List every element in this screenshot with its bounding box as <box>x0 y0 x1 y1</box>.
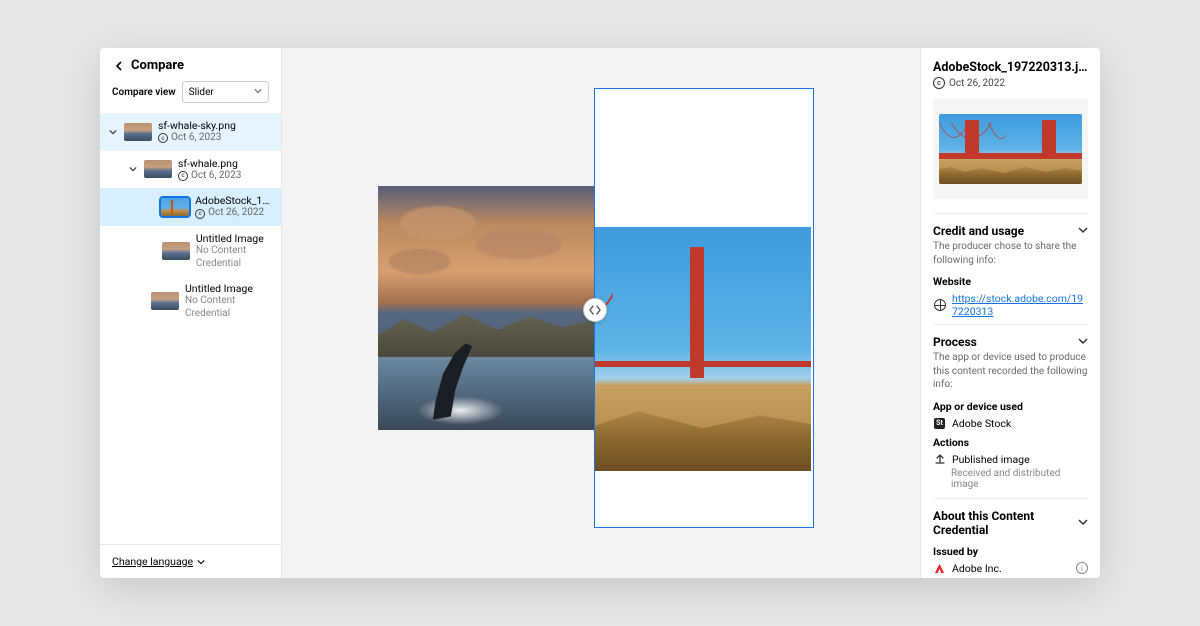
chevron-down-icon <box>1078 516 1088 530</box>
details-date-row: c Oct 26, 2022 <box>933 77 1088 89</box>
tree-item-sub: cOct 26, 2022 <box>195 207 273 220</box>
app-name: Adobe Stock <box>952 417 1011 430</box>
thumbnail <box>151 292 179 310</box>
asset-tree: sf-whale-sky.pngcOct 6, 2023sf-whale.png… <box>100 113 281 544</box>
credit-section-header[interactable]: Credit and usage <box>933 213 1088 238</box>
tree-item-sub: cOct 6, 2023 <box>158 132 236 145</box>
change-language-link[interactable]: Change language <box>112 555 205 568</box>
tree-item[interactable]: Untitled ImageNo Content Credential <box>100 276 281 326</box>
credential-badge-icon: c <box>178 171 188 181</box>
thumbnail <box>161 198 189 216</box>
app-label: App or device used <box>933 400 1088 413</box>
tree-item-sub: No Content Credential <box>185 295 273 320</box>
website-row: https://stock.adobe.com/197220313 <box>933 292 1088 318</box>
actions-label: Actions <box>933 436 1088 449</box>
details-preview <box>933 99 1088 199</box>
details-panel: AdobeStock_197220313.jpeg c Oct 26, 2022 <box>920 48 1100 578</box>
website-link[interactable]: https://stock.adobe.com/197220313 <box>952 292 1088 318</box>
compare-view-row: Compare view Slider <box>100 81 281 113</box>
tree-item[interactable]: sf-whale.pngcOct 6, 2023 <box>100 151 281 189</box>
app-window: Compare Compare view Slider sf-whale-sky… <box>100 48 1100 578</box>
tree-item-title: sf-whale-sky.png <box>158 119 236 132</box>
compare-sidebar: Compare Compare view Slider sf-whale-sky… <box>100 48 282 578</box>
thumbnail <box>124 123 152 141</box>
tree-item-title: Untitled Image <box>196 232 273 245</box>
chevron-down-icon <box>1078 335 1088 349</box>
compare-view-label: Compare view <box>112 87 176 98</box>
process-desc: The app or device used to produce this c… <box>933 351 1088 392</box>
tree-item-sub: No Content Credential <box>196 245 273 270</box>
credential-badge-icon: c <box>195 209 205 219</box>
app-row: St Adobe Stock <box>933 417 1088 430</box>
publish-icon <box>933 453 946 466</box>
adobe-stock-icon: St <box>933 417 946 430</box>
action-sub: Received and distributed image <box>951 468 1088 490</box>
tree-item[interactable]: sf-whale-sky.pngcOct 6, 2023 <box>100 113 281 151</box>
compare-left-image <box>378 186 595 430</box>
sidebar-title: Compare <box>131 58 184 73</box>
adobe-logo-icon <box>933 562 946 575</box>
process-section-header[interactable]: Process <box>933 324 1088 349</box>
thumbnail <box>162 242 190 260</box>
info-icon[interactable]: i <box>1076 562 1088 574</box>
issued-by-row: Adobe Inc. i <box>933 562 1088 575</box>
tree-item-title: Untitled Image <box>185 282 273 295</box>
compare-canvas <box>282 48 920 578</box>
details-date: Oct 26, 2022 <box>949 78 1005 89</box>
sidebar-footer: Change language <box>100 544 281 578</box>
chevron-down-icon <box>128 165 138 173</box>
compare-right-frame <box>594 88 814 528</box>
details-title: AdobeStock_197220313.jpeg <box>933 60 1088 75</box>
tree-item-title: sf-whale.png <box>178 157 241 170</box>
issued-by: Adobe Inc. <box>952 562 1002 575</box>
credential-badge-icon: c <box>158 133 168 143</box>
issued-by-label: Issued by <box>933 545 1088 558</box>
back-icon[interactable] <box>112 59 125 72</box>
credit-desc: The producer chose to share the followin… <box>933 240 1088 267</box>
action-row: Published image <box>933 453 1088 466</box>
thumbnail <box>144 160 172 178</box>
chevron-down-icon <box>108 128 118 136</box>
tree-item-title: AdobeStock_197220313.jp.. <box>195 194 273 207</box>
website-label: Website <box>933 275 1088 288</box>
about-section-header[interactable]: About this Content Credential <box>933 498 1088 537</box>
tree-item[interactable]: AdobeStock_197220313.jp..cOct 26, 2022 <box>100 188 281 226</box>
compare-view-value: Slider <box>189 87 214 98</box>
tree-item-sub: cOct 6, 2023 <box>178 170 241 183</box>
sidebar-header: Compare <box>100 48 281 81</box>
credential-badge-icon: c <box>933 77 945 89</box>
globe-icon <box>933 299 946 312</box>
chevron-down-icon <box>254 87 262 98</box>
chevron-down-icon <box>197 558 205 566</box>
slider-handle[interactable] <box>583 298 607 322</box>
chevron-down-icon <box>1078 224 1088 238</box>
tree-item[interactable]: Untitled ImageNo Content Credential <box>100 226 281 276</box>
action-name: Published image <box>952 453 1030 466</box>
compare-view-select[interactable]: Slider <box>182 81 269 103</box>
